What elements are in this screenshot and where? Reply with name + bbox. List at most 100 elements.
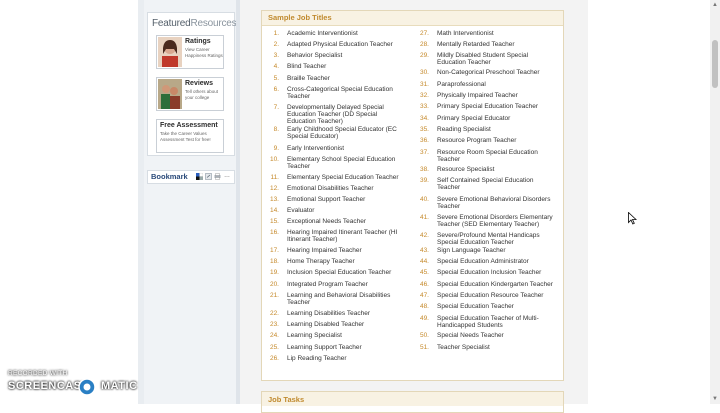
job-title-text: Lip Reading Teacher <box>287 355 347 362</box>
scroll-thumb[interactable] <box>712 40 718 88</box>
job-number: 13. <box>269 196 279 203</box>
job-title-text: Primary Special Educator <box>437 115 511 122</box>
panel-title: Sample Job Titles <box>268 13 332 22</box>
reviews-title: Reviews <box>185 80 214 87</box>
sample-job-titles-panel: Sample Job Titles 1. Academic Interventio… <box>261 10 564 381</box>
job-title-text: Special Education Inclusion Teacher <box>437 269 542 276</box>
featured-resources-title: FeaturedResources <box>152 18 237 29</box>
job-title-text: Severe Emotional Disorders Elementary Te… <box>437 214 553 228</box>
job-title-text: Emotional Disabilities Teacher <box>287 185 374 192</box>
job-title-text: Learning Disabled Teacher <box>287 321 365 328</box>
job-number: 37. <box>419 149 429 156</box>
job-number: 36. <box>419 137 429 144</box>
job-title-text: Braille Teacher <box>287 75 330 82</box>
scroll-down-arrow-icon[interactable]: ▼ <box>710 394 720 404</box>
job-number: 43. <box>419 247 429 254</box>
job-number: 2. <box>273 41 279 48</box>
job-title-text: Learning Support Teacher <box>287 344 362 351</box>
more-icon[interactable]: … <box>224 173 230 179</box>
job-number: 50. <box>419 332 429 339</box>
vertical-scrollbar[interactable]: ▲ ▼ <box>710 0 720 404</box>
bookmark-bar: Bookmark … <box>147 170 235 184</box>
job-tasks-title: Job Tasks <box>268 395 305 404</box>
job-title-text: Behavior Specialist <box>287 52 343 59</box>
job-number: 7. <box>273 104 279 111</box>
job-title-text: Paraprofessional <box>437 81 486 88</box>
share-icon[interactable] <box>205 173 212 182</box>
print-icon[interactable] <box>214 173 221 182</box>
job-number: 9. <box>273 145 279 152</box>
job-number: 32. <box>419 92 429 99</box>
job-number: 3. <box>273 52 279 59</box>
job-title-text: Severe Emotional Behavioral Disorders Te… <box>437 196 551 210</box>
job-number: 42. <box>419 232 429 239</box>
job-title-text: Special Education Teacher of Multi-Handi… <box>437 315 539 329</box>
job-title-text: Special Education Teacher <box>437 303 514 310</box>
reviews-link[interactable]: Reviews Tell others about your college <box>156 77 224 111</box>
free-assessment-link[interactable]: Free Assessment Take the Career Values A… <box>156 119 224 153</box>
panel-header: Sample Job Titles <box>262 11 563 26</box>
job-number: 8. <box>273 126 279 133</box>
screencast-logo-icon <box>78 378 96 396</box>
job-title-text: Sign Language Teacher <box>437 247 506 254</box>
job-number: 35. <box>419 126 429 133</box>
job-number: 27. <box>419 30 429 37</box>
job-title-text: Resource Specialist <box>437 166 495 173</box>
ratings-link[interactable]: Ratings View Career Happiness Ratings <box>156 35 224 69</box>
job-number: 51. <box>419 344 429 351</box>
job-number: 25. <box>269 344 279 351</box>
woman-photo-icon <box>158 37 182 67</box>
job-number: 34. <box>419 115 429 122</box>
ratings-desc: View Career Happiness Ratings <box>185 47 223 58</box>
job-number: 31. <box>419 81 429 88</box>
job-title-text: Primary Special Education Teacher <box>437 103 539 110</box>
job-number: 12. <box>269 185 279 192</box>
job-number: 6. <box>273 86 279 93</box>
job-number: 10. <box>269 156 279 163</box>
job-number: 38. <box>419 166 429 173</box>
job-title-text: Learning and Behavioral Disabilities Tea… <box>287 292 391 306</box>
job-title-text: Learning Specialist <box>287 332 342 339</box>
job-number: 20. <box>269 281 279 288</box>
job-title-text: Adapted Physical Education Teacher <box>287 41 393 48</box>
job-title-text: Inclusion Special Education Teacher <box>287 269 392 276</box>
screencast-watermark: RECORDED WITH SCREENCAST MATIC <box>8 370 137 396</box>
job-title-text: Resource Program Teacher <box>437 137 517 144</box>
job-number: 41. <box>419 214 429 221</box>
job-title-text: Early Interventionist <box>287 145 345 152</box>
job-title-text: Resource Room Special Education Teacher <box>437 149 538 163</box>
job-number: 16. <box>269 229 279 236</box>
free-assessment-desc: Take the Career Values Assessment Test f… <box>160 131 211 142</box>
job-title-text: Cross-Categorical Special Education Teac… <box>287 86 393 100</box>
free-assessment-title: Free Assessment <box>160 122 218 129</box>
job-number: 28. <box>419 41 429 48</box>
watermark-brand-b: MATIC <box>101 380 138 392</box>
job-number: 4. <box>273 63 279 70</box>
job-title-text: Special Education Administrator <box>437 258 529 265</box>
job-number: 15. <box>269 218 279 225</box>
job-title-text: Math Interventionist <box>437 30 494 37</box>
reviews-desc: Tell others about your college <box>185 89 219 100</box>
job-number: 39. <box>419 177 429 184</box>
delicious-icon[interactable] <box>196 172 204 182</box>
watermark-brand-a: SCREENCAST <box>8 380 89 392</box>
job-title-text: Self Contained Special Education Teacher <box>437 177 534 191</box>
job-title-text: Special Education Kindergarten Teacher <box>437 281 553 288</box>
job-title-text: Severe/Profound Mental Handicaps Special… <box>437 232 540 246</box>
job-title-text: Home Therapy Teacher <box>287 258 355 265</box>
job-title-text: Academic Interventionist <box>287 30 358 37</box>
scroll-up-arrow-icon[interactable]: ▲ <box>710 0 720 10</box>
job-number: 18. <box>269 258 279 265</box>
job-number: 17. <box>269 247 279 254</box>
job-title-text: Exceptional Needs Teacher <box>287 218 367 225</box>
job-number: 47. <box>419 292 429 299</box>
bookmark-label[interactable]: Bookmark <box>151 172 188 181</box>
job-title-text: Elementary School Special Education Teac… <box>287 156 396 170</box>
job-number: 33. <box>419 103 429 110</box>
job-number: 40. <box>419 196 429 203</box>
job-title-text: Evaluator <box>287 207 315 214</box>
job-number: 24. <box>269 332 279 339</box>
job-number: 26. <box>269 355 279 362</box>
job-title-text: Mentally Retarded Teacher <box>437 41 515 48</box>
job-title-text: Mildly Disabled Student Special Educatio… <box>437 52 529 66</box>
